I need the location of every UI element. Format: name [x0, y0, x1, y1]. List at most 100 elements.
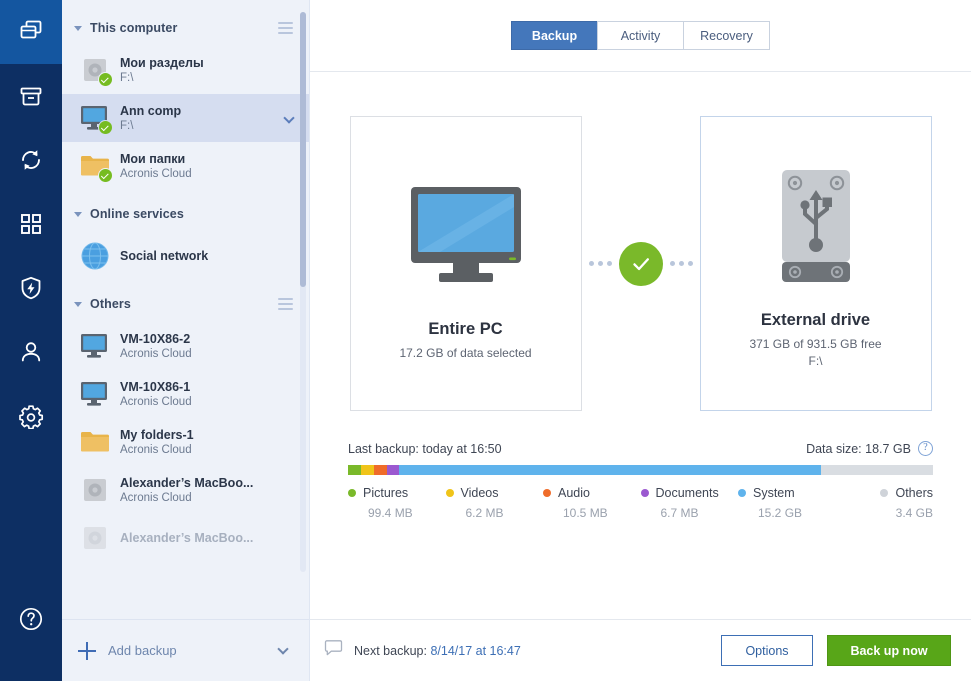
legend-value: 6.2 MB [465, 506, 504, 520]
sidebar-item-vm-10x86-2[interactable]: VM-10X86-2 Acronis Cloud [62, 322, 309, 370]
sidebar-item-my-folders-1[interactable]: My folders-1 Acronis Cloud [62, 418, 309, 466]
sidebar-group-this-computer[interactable]: This computer [62, 10, 309, 46]
rail-item-settings[interactable] [0, 384, 62, 448]
sidebar-group-online-services[interactable]: Online services [62, 196, 309, 232]
source-card[interactable]: Entire PC 17.2 GB of data selected [349, 116, 582, 411]
bar-segment-others [820, 465, 933, 475]
next-backup-info: Next backup: 8/14/17 at 16:47 [324, 639, 521, 662]
back-up-now-button[interactable]: Back up now [827, 635, 951, 666]
legend-label: Pictures [363, 486, 409, 500]
sidebar-group-others[interactable]: Others [62, 286, 309, 322]
sidebar-item-alexanders-macbook-2[interactable]: Alexander’s MacBoo... [62, 514, 309, 562]
hard-disk-icon [76, 473, 114, 507]
data-size-group: Data size: 18.7 GB ? [806, 441, 933, 456]
legend-value: 3.4 GB [895, 506, 933, 520]
copies-icon [18, 19, 44, 45]
legend-value: 15.2 GB [758, 506, 803, 520]
legend-dot-icon [543, 489, 551, 497]
sidebar-scroll-area: This computer Мои разделы F:\ Ann comp F… [62, 0, 309, 619]
nav-rail [0, 0, 62, 681]
plus-icon [78, 641, 96, 660]
shield-bolt-icon [18, 275, 44, 301]
rail-item-sync[interactable] [0, 128, 62, 192]
sidebar-item-text: Мои папки Acronis Cloud [120, 151, 192, 182]
backup-hero: Entire PC 17.2 GB of data selected Exter… [330, 72, 951, 411]
hamburger-icon[interactable] [278, 298, 293, 313]
tab-backup[interactable]: Backup [511, 21, 598, 50]
rail-item-archive[interactable] [0, 64, 62, 128]
tab-activity[interactable]: Activity [597, 21, 684, 50]
group-title: Others [90, 297, 131, 311]
tab-recovery[interactable]: Recovery [683, 21, 770, 50]
sidebar-item-title: Alexander’s MacBoo... [120, 531, 254, 545]
sidebar-item-text: Social network [120, 248, 208, 264]
next-backup-text: Next backup: 8/14/17 at 16:47 [354, 644, 521, 658]
destination-free-space: 371 GB of 931.5 GB free [749, 337, 882, 351]
add-backup-button[interactable]: Add backup [62, 619, 309, 681]
hamburger-icon[interactable] [278, 22, 293, 37]
sidebar-item-moi-razdely[interactable]: Мои разделы F:\ [62, 46, 309, 94]
connector [582, 116, 700, 411]
legend-row: Pictures [348, 486, 446, 500]
folder-icon [76, 425, 114, 459]
legend-dot-icon [445, 489, 454, 497]
sidebar-item-ann-comp[interactable]: Ann comp F:\ [62, 94, 309, 142]
legend-value: 10.5 MB [563, 506, 608, 520]
options-button[interactable]: Options [721, 635, 813, 666]
data-size-bar [348, 465, 933, 475]
legend-dot-icon [880, 489, 889, 497]
last-backup-label: Last backup: today at 16:50 [348, 441, 502, 456]
legend-row: Videos [445, 486, 544, 500]
legend-value: 6.7 MB [660, 506, 699, 520]
add-backup-label: Add backup [108, 643, 177, 658]
sidebar-scrollbar[interactable] [300, 12, 306, 572]
rail-item-account[interactable] [0, 320, 62, 384]
sidebar-item-moi-papki[interactable]: Мои папки Acronis Cloud [62, 142, 309, 190]
check-badge [98, 72, 113, 87]
check-circle-icon [618, 241, 663, 286]
sidebar-item-vm-10x86-1[interactable]: VM-10X86-1 Acronis Cloud [62, 370, 309, 418]
legend-dot-icon [348, 489, 356, 497]
speech-bubble-icon[interactable] [324, 639, 343, 662]
rail-item-tools[interactable] [0, 192, 62, 256]
legend-dot-icon [640, 489, 649, 497]
sidebar-item-alexanders-macbook-1[interactable]: Alexander’s MacBoo... Acronis Cloud [62, 466, 309, 514]
destination-card[interactable]: External drive 371 GB of 931.5 GB free F… [699, 116, 932, 411]
rail-item-backup[interactable] [0, 0, 62, 64]
sidebar-item-text: VM-10X86-1 Acronis Cloud [120, 379, 192, 410]
next-backup-label: Next backup: [354, 643, 431, 658]
legend-item-others: Others 3.4 GB [836, 486, 933, 520]
group-title: Online services [90, 207, 184, 221]
sidebar-item-title: Мои папки [120, 151, 186, 166]
dots-left [588, 261, 612, 266]
monitor-icon [76, 329, 114, 363]
sidebar-item-title: Мои разделы [120, 55, 204, 70]
sidebar-item-title: Alexander’s MacBoo... [120, 475, 254, 490]
folder-icon [76, 149, 114, 183]
rail-item-protection[interactable] [0, 256, 62, 320]
next-backup-value: 8/14/17 at 16:47 [430, 643, 521, 658]
sidebar-item-text: Alexander’s MacBoo... Acronis Cloud [120, 475, 253, 506]
acronis-backup-window: This computer Мои разделы F:\ Ann comp F… [0, 0, 971, 681]
stats-header: Last backup: today at 16:50 Data size: 1… [348, 441, 933, 456]
sidebar-item-subtitle: Acronis Cloud [120, 395, 192, 408]
sync-arrows-icon [18, 147, 44, 173]
bar-segment-videos [360, 465, 374, 475]
sidebar-item-subtitle: F:\ [120, 71, 134, 84]
bar-segment-documents [386, 465, 400, 475]
help-circle-icon[interactable]: ? [918, 441, 933, 456]
legend-label: Others [895, 486, 933, 500]
chevron-down-icon [74, 301, 82, 307]
hard-disk-icon [76, 521, 114, 555]
person-icon [18, 339, 44, 365]
legend-item-system: System 15.2 GB [738, 486, 836, 520]
sidebar-item-social-network[interactable]: Social network [62, 232, 309, 280]
rail-item-help[interactable] [0, 587, 62, 651]
sidebar-scrollbar-thumb[interactable] [300, 12, 306, 287]
chevron-down-icon [74, 211, 82, 217]
group-title: This computer [90, 21, 178, 35]
chevron-down-icon[interactable] [283, 112, 295, 124]
chevron-down-icon[interactable] [277, 643, 289, 655]
legend-value: 99.4 MB [368, 506, 413, 520]
sidebar-item-title: VM-10X86-1 [120, 379, 191, 394]
